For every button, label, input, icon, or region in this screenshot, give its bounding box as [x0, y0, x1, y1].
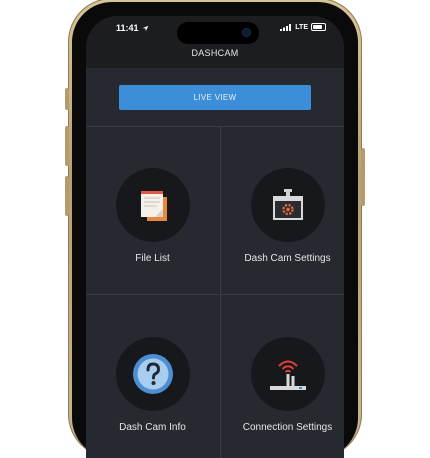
tile-icon-circle [250, 337, 325, 411]
volume-up-button [65, 126, 69, 166]
status-time-text: 11:41 [116, 23, 139, 33]
power-button [361, 148, 365, 206]
tile-icon-circle [250, 168, 325, 242]
file-list-icon [140, 191, 167, 221]
live-view-section: LIVE VIEW [86, 68, 344, 127]
app-screen: 11:41 LTE DASHCAM LIVE VIEW File List Da… [86, 16, 344, 458]
status-indicators: LTE [280, 23, 326, 31]
mute-switch [65, 88, 69, 110]
top-bar: 11:41 LTE DASHCAM [86, 16, 344, 68]
phone-frame: 11:41 LTE DASHCAM LIVE VIEW File List Da… [65, 0, 365, 458]
volume-down-button [65, 176, 69, 216]
tile-label: File List [135, 253, 170, 264]
question-icon [132, 354, 173, 394]
tile-label: Dash Cam Settings [244, 253, 331, 264]
tile-connection-settings[interactable]: Connection Settings [220, 294, 344, 458]
signal-icon [280, 23, 292, 31]
router-icon [269, 360, 306, 390]
network-label: LTE [295, 23, 308, 31]
status-time: 11:41 [116, 23, 149, 33]
phone-bezel: 11:41 LTE DASHCAM LIVE VIEW File List Da… [72, 2, 358, 458]
tile-icon-circle [115, 168, 190, 242]
battery-icon [311, 23, 326, 31]
tile-label: Dash Cam Info [119, 422, 186, 433]
dynamic-island [177, 22, 259, 44]
tile-dashcam-info[interactable]: Dash Cam Info [86, 294, 219, 458]
tile-dashcam-settings[interactable]: Dash Cam Settings [220, 126, 344, 294]
tile-file-list[interactable]: File List [86, 126, 219, 294]
tile-label: Connection Settings [242, 422, 333, 433]
menu-grid: File List Dash Cam Settings Dash Cam Inf… [86, 126, 344, 458]
tile-icon-circle [115, 337, 190, 411]
dashcam-settings-icon [272, 189, 303, 220]
page-title: DASHCAM [191, 48, 239, 58]
live-view-button[interactable]: LIVE VIEW [119, 85, 311, 110]
front-camera [242, 28, 251, 37]
location-arrow-icon [142, 25, 148, 31]
